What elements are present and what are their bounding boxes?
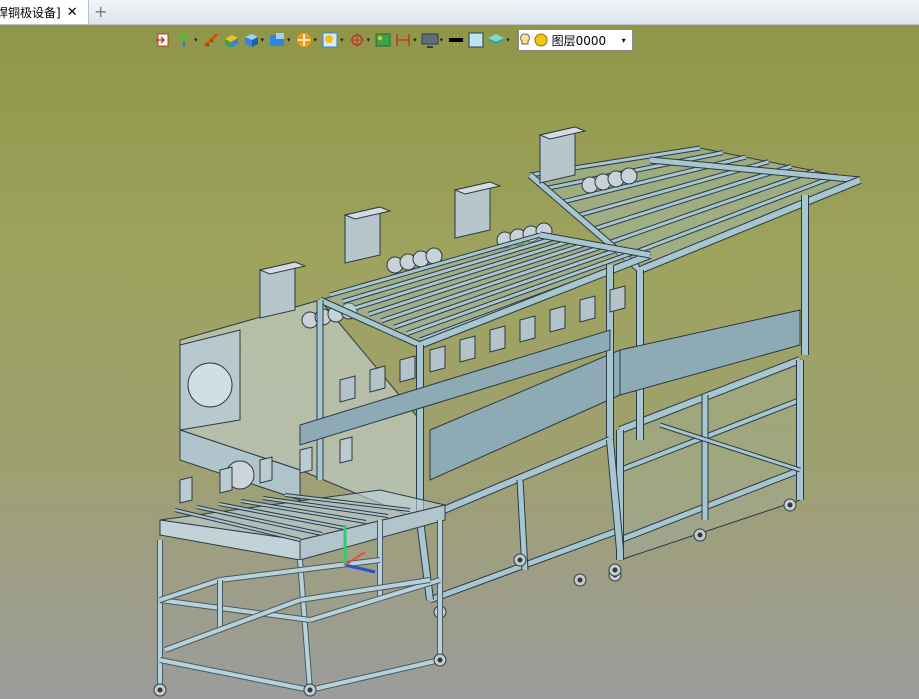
machine-assembly-model <box>153 126 862 697</box>
chevron-down-icon: ▾ <box>621 35 626 45</box>
snap-icon <box>180 33 188 47</box>
tooling-block <box>519 315 536 343</box>
pivot-button[interactable]: ▾ <box>348 30 373 50</box>
tooling-block <box>339 375 356 403</box>
color-swatch-icon <box>468 32 484 48</box>
layer-visibility-icon <box>519 33 548 47</box>
layer-select[interactable]: 图层0000 ▾ <box>517 29 633 51</box>
chevron-down-icon[interactable]: ▾ <box>261 36 265 44</box>
section-button[interactable]: ▾ <box>295 30 320 50</box>
zoom-fit-icon <box>322 32 338 48</box>
exit-sketch-button[interactable] <box>155 30 173 50</box>
add-tab-icon[interactable]: + <box>94 2 107 21</box>
tooling-block <box>609 285 626 313</box>
image-icon <box>375 33 391 47</box>
chevron-down-icon[interactable]: ▾ <box>367 36 371 44</box>
stand-pipe <box>159 578 221 602</box>
image-button[interactable] <box>374 30 392 50</box>
tooling-block <box>579 295 596 323</box>
document-tab[interactable]: 焊铜极设备] ✕ <box>0 0 89 24</box>
box-select-icon <box>224 35 238 48</box>
document-tab-title: 焊铜极设备] <box>0 5 61 20</box>
display-button[interactable]: ▾ <box>421 30 446 50</box>
tooling-block <box>339 436 353 464</box>
exit-sketch-icon <box>156 33 169 47</box>
line-weight-button[interactable] <box>447 30 465 50</box>
snap-button[interactable]: ▾ <box>175 30 200 50</box>
tooling-block <box>259 456 273 484</box>
dimension-icon <box>396 34 410 46</box>
layers-button[interactable]: ▾ <box>487 30 512 50</box>
tooling-block <box>459 335 476 363</box>
pulley <box>620 167 638 185</box>
dimension-button[interactable]: ▾ <box>394 30 419 50</box>
chevron-down-icon[interactable]: ▾ <box>506 36 510 44</box>
tooling-block <box>489 325 506 353</box>
close-icon[interactable]: ✕ <box>67 5 78 20</box>
tooling-block <box>219 466 233 494</box>
document-tab-bar: 焊铜极设备] ✕ + <box>0 0 919 25</box>
stand-pipe <box>159 658 311 692</box>
chevron-down-icon[interactable]: ▾ <box>440 36 444 44</box>
zoom-fit-button[interactable]: ▾ <box>321 30 346 50</box>
layer-name: 图层0000 <box>551 33 607 48</box>
layers-icon <box>488 34 505 44</box>
pivot-icon <box>349 33 364 47</box>
tooling-block <box>429 345 446 373</box>
chevron-down-icon[interactable]: ▾ <box>287 36 291 44</box>
view-orient-icon <box>270 33 285 46</box>
chevron-down-icon[interactable]: ▾ <box>314 36 318 44</box>
3d-viewport[interactable]: ▾ ▾ ▾ ▾ ▾ ▾ ▾ ▾ ▾ 图层0000 ▾ <box>0 25 919 699</box>
section-icon <box>296 33 311 47</box>
ruler-button[interactable] <box>202 30 220 50</box>
view-toolbar: ▾ ▾ ▾ ▾ ▾ ▾ ▾ ▾ ▾ 图层0000 ▾ <box>155 29 633 51</box>
chevron-down-icon[interactable]: ▾ <box>413 36 417 44</box>
chevron-down-icon[interactable]: ▾ <box>194 36 198 44</box>
stand-pipe <box>309 658 441 692</box>
ruler-icon <box>203 32 218 48</box>
chevron-down-icon[interactable]: ▾ <box>340 36 344 44</box>
tooling-block <box>179 476 193 504</box>
cube-shaded-icon <box>244 34 258 47</box>
tooling-block <box>299 446 313 474</box>
cube-shaded-button[interactable]: ▾ <box>242 30 267 50</box>
line-weight-icon <box>449 38 464 42</box>
tooling-block <box>369 365 386 393</box>
display-icon <box>421 33 439 48</box>
view-orient-button[interactable]: ▾ <box>268 30 293 50</box>
box-select-button[interactable] <box>222 30 240 50</box>
tooling-block <box>399 355 416 383</box>
x-axis-icon <box>344 563 376 574</box>
color-swatch-button[interactable] <box>467 30 485 50</box>
tooling-block <box>549 305 566 333</box>
stand-pipe <box>298 559 312 691</box>
fan-cover <box>187 362 233 408</box>
